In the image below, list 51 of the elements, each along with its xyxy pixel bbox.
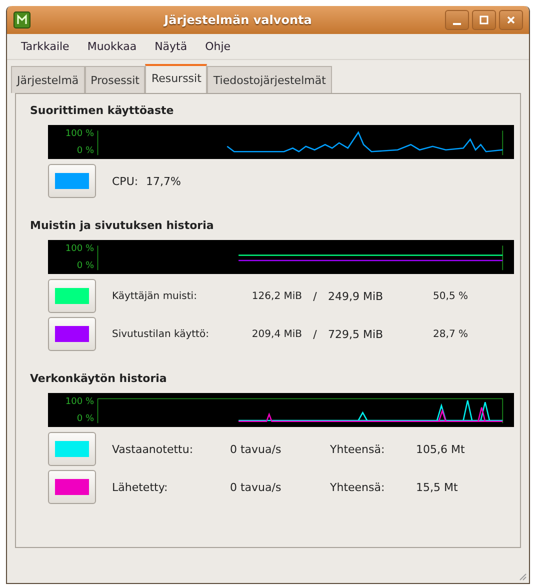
section-title: Suorittimen käyttöaste	[30, 104, 175, 117]
maximize-button[interactable]	[472, 10, 496, 30]
close-button[interactable]	[499, 10, 523, 30]
tab[interactable]: Resurssit	[145, 64, 208, 93]
total-value: 249,9 MiB	[328, 290, 384, 302]
section-title: Verkonkäytön historia	[30, 372, 168, 385]
resize-grip-icon[interactable]	[519, 573, 527, 581]
legend-label: Lähetetty:	[112, 480, 169, 494]
total-value: 729,5 MiB	[328, 328, 384, 340]
legend-value: 0 tavua/s	[230, 442, 282, 456]
percent-value: 50,5 %	[432, 290, 468, 302]
color-swatch-button[interactable]	[48, 279, 96, 313]
window-title: Järjestelmän valvonta	[162, 13, 313, 27]
section-title: Muistin ja sivutuksen historia	[30, 219, 215, 232]
color-swatch-button[interactable]	[48, 432, 96, 466]
menu-item[interactable]: Näytä	[154, 40, 188, 53]
legend-value: 17,7%	[146, 174, 181, 188]
separator-text: /	[312, 290, 318, 302]
legend-label: Käyttäjän muisti:	[112, 290, 198, 302]
color-swatch-button[interactable]	[48, 317, 96, 351]
tab[interactable]: Prosessit	[84, 66, 146, 93]
legend-label: Vastaanotettu:	[112, 442, 194, 456]
color-swatch-button[interactable]	[48, 164, 96, 198]
total-label: Yhteensä:	[330, 480, 386, 494]
total-value: 15,5 Mt	[416, 480, 459, 494]
percent-value: 28,7 %	[432, 328, 468, 340]
total-value: 105,6 Mt	[416, 442, 466, 456]
menu-item[interactable]: Ohje	[205, 40, 231, 53]
minimize-icon	[453, 23, 461, 25]
color-swatch-button[interactable]	[48, 470, 96, 504]
minimize-button[interactable]	[445, 10, 469, 30]
menu-item[interactable]: Tarkkaile	[21, 40, 70, 53]
separator-text: /	[312, 328, 318, 340]
total-label: Yhteensä:	[330, 442, 386, 456]
axis-label: 100 %	[65, 396, 94, 406]
axis-label: 0 %	[76, 260, 94, 270]
legend-label: Sivutustilan käyttö:	[112, 328, 210, 340]
tab[interactable]: Tiedostojärjestelmät	[207, 66, 332, 93]
close-icon	[506, 15, 516, 25]
legend-value: 0 tavua/s	[230, 480, 282, 494]
axis-label: 100 %	[65, 244, 94, 254]
axis-label: 0 %	[76, 414, 94, 424]
monitor-icon	[13, 11, 31, 29]
tab[interactable]: Järjestelmä	[11, 66, 85, 93]
axis-label: 0 %	[76, 146, 94, 156]
maximize-icon	[479, 15, 489, 25]
legend-label: CPU:	[112, 174, 140, 188]
legend-value: 209,4 MiB	[250, 328, 302, 340]
legend-value: 126,2 MiB	[250, 290, 302, 302]
axis-label: 100 %	[65, 128, 94, 138]
menu-item[interactable]: Muokkaa	[87, 40, 137, 53]
